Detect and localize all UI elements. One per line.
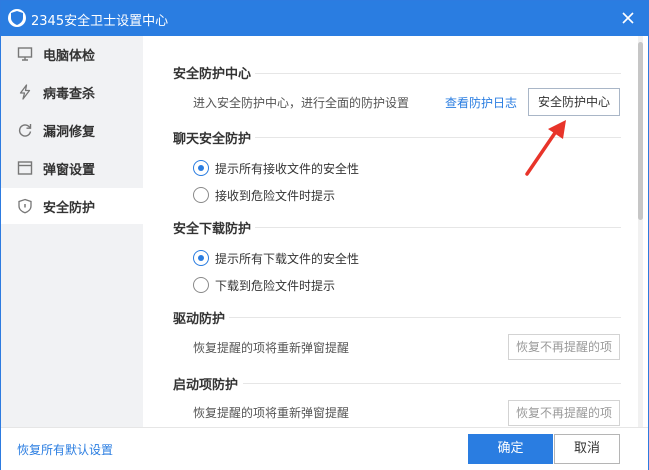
divider [243, 383, 621, 384]
section-title-startup: 启动项防护 [173, 378, 239, 393]
window-icon [17, 160, 33, 176]
startup-desc: 恢复提醒的项将重新弹窗提醒 [193, 406, 350, 420]
section-title-download: 安全下载防护 [173, 222, 252, 237]
view-protection-log-link[interactable]: 查看防护日志 [445, 94, 517, 111]
sidebar-item-security[interactable]: 安全防护 [1, 188, 143, 224]
red-arrow-annotation [525, 120, 566, 176]
shield-icon [17, 198, 33, 214]
app-logo-icon [8, 9, 26, 27]
refresh-icon [17, 122, 33, 138]
title-bar: 2345安全卫士设置中心 [1, 1, 648, 36]
startup-restore-button[interactable]: 恢复不再提醒的项 [508, 400, 620, 426]
vertical-scrollbar[interactable] [636, 36, 645, 427]
scrollbar-thumb[interactable] [638, 42, 643, 220]
chat-option-danger-radio[interactable] [193, 187, 209, 203]
section-title-protection-center: 安全防护中心 [173, 67, 252, 82]
sidebar-item-pc-checkup[interactable]: 电脑体检 [1, 36, 143, 72]
protection-center-button[interactable]: 安全防护中心 [528, 88, 620, 116]
lightning-icon [17, 84, 33, 100]
divider [229, 317, 621, 318]
settings-content: 安全防护中心 进入安全防护中心，进行全面的防护设置 查看防护日志 安全防护中心 … [143, 36, 636, 427]
section-title-chat: 聊天安全防护 [173, 132, 252, 147]
restore-defaults-link[interactable]: 恢复所有默认设置 [17, 441, 113, 458]
download-option-all-label: 提示所有下载文件的安全性 [215, 252, 360, 266]
chat-option-all-radio[interactable] [193, 160, 209, 176]
ok-button[interactable]: 确定 [468, 434, 553, 464]
cancel-button[interactable]: 取消 [554, 434, 620, 464]
download-option-danger-label: 下载到危险文件时提示 [215, 279, 336, 293]
sidebar-item-label: 电脑体检 [43, 49, 96, 64]
divider [255, 227, 621, 228]
sidebar-item-label: 漏洞修复 [43, 125, 96, 140]
window-title: 2345安全卫士设置中心 [31, 14, 169, 29]
driver-restore-button[interactable]: 恢复不再提醒的项 [508, 334, 620, 360]
sidebar-item-virus-scan[interactable]: 病毒查杀 [1, 74, 143, 110]
divider [255, 73, 621, 74]
protection-center-desc: 进入安全防护中心，进行全面的防护设置 [193, 96, 410, 110]
sidebar-item-vulnerability-fix[interactable]: 漏洞修复 [1, 112, 143, 148]
download-option-all-radio[interactable] [193, 250, 209, 266]
sidebar-item-popup-settings[interactable]: 弹窗设置 [1, 150, 143, 186]
sidebar: 电脑体检 病毒查杀 漏洞修复 弹窗设置 安全防护 [1, 36, 143, 427]
section-title-driver: 驱动防护 [173, 312, 226, 327]
monitor-icon [17, 46, 33, 62]
footer-bar: 恢复所有默认设置 确定 取消 [1, 427, 648, 470]
sidebar-item-label: 病毒查杀 [43, 87, 96, 102]
chat-option-danger-label: 接收到危险文件时提示 [215, 189, 336, 203]
driver-desc: 恢复提醒的项将重新弹窗提醒 [193, 341, 350, 355]
chat-option-all-label: 提示所有接收文件的安全性 [215, 162, 360, 176]
settings-window: 2345安全卫士设置中心 电脑体检 病毒查杀 漏洞修复 弹窗设置 安全防护 安全… [0, 0, 649, 470]
download-option-danger-radio[interactable] [193, 277, 209, 293]
sidebar-item-label: 安全防护 [43, 201, 96, 216]
sidebar-item-label: 弹窗设置 [43, 163, 96, 178]
close-icon[interactable] [618, 8, 638, 28]
